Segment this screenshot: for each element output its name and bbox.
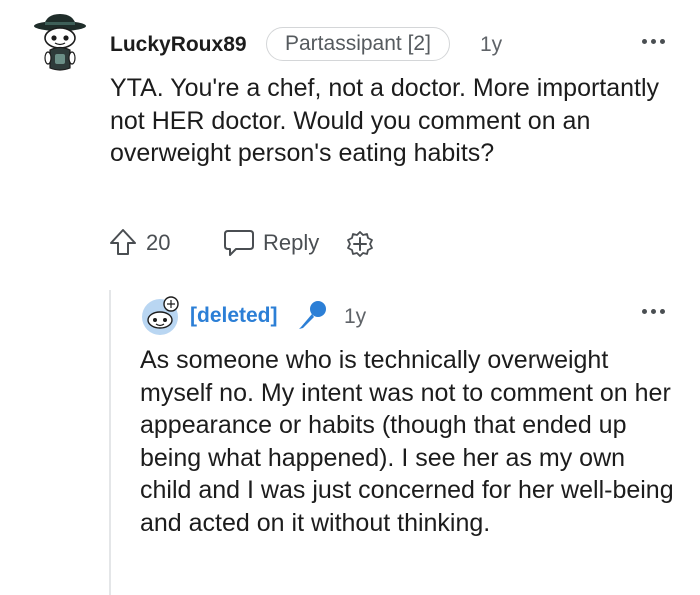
more-options-icon[interactable]	[640, 36, 670, 48]
deleted-user-avatar-icon	[142, 296, 179, 335]
award-plus-icon[interactable]	[344, 228, 376, 260]
username[interactable]: LuckyRoux89	[110, 32, 247, 58]
avatar[interactable]	[140, 296, 182, 336]
vote-count: 20	[146, 230, 171, 255]
upvote-arrow-icon[interactable]	[108, 227, 138, 257]
comment-age: 1y	[344, 305, 367, 328]
comment-body: YTA. You're a chef, not a doctor. More i…	[110, 74, 660, 167]
reply-button[interactable]: Reply	[263, 230, 319, 256]
avatar[interactable]	[30, 12, 92, 74]
username[interactable]: [deleted]	[190, 303, 278, 329]
user-flair-badge: Partassipant [2]	[266, 27, 450, 61]
comment-age: 1y	[480, 33, 503, 56]
thread-line[interactable]	[109, 290, 111, 595]
comment-body: As someone who is technically overweight…	[140, 346, 674, 537]
microphone-icon	[296, 298, 330, 332]
snoo-avatar-icon	[34, 14, 86, 71]
speech-bubble-icon[interactable]	[222, 228, 256, 258]
more-options-icon[interactable]	[640, 306, 670, 318]
